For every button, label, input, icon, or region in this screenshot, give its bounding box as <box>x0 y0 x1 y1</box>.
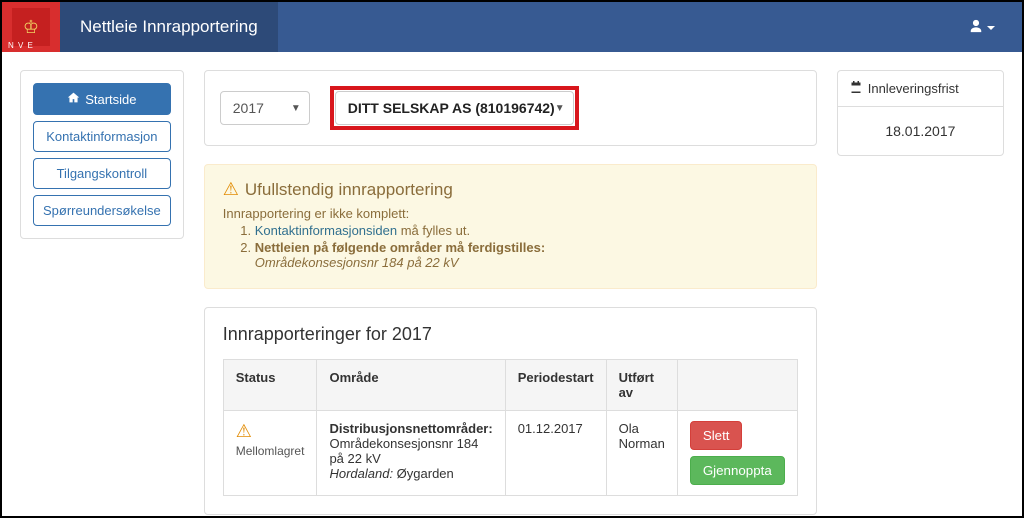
sidebar-item-label: Startside <box>85 92 136 107</box>
caret-down-icon <box>987 19 995 35</box>
company-select-highlight: DITT SELSKAP AS (810196742) ▼ <box>330 86 579 130</box>
omrade-title: Distribusjonsnettområder: <box>329 421 492 436</box>
sidebar-item-tilgang[interactable]: Tilgangskontroll <box>33 158 171 189</box>
col-actions <box>677 360 797 411</box>
utfort-av: Ola Norman <box>606 411 677 496</box>
year-select-value: 2017 <box>233 100 264 116</box>
crown-icon: ♔ <box>23 17 39 38</box>
main-content: 2017 ▼ DITT SELSKAP AS (810196742) ▼ ⚠ U… <box>204 70 817 515</box>
user-menu[interactable] <box>957 19 1007 36</box>
col-periode: Periodestart <box>505 360 606 411</box>
gjenoppta-button[interactable]: Gjennoppta <box>690 456 785 485</box>
chevron-down-icon: ▼ <box>291 103 301 114</box>
right-column: Innleveringsfrist 18.01.2017 <box>837 70 1004 156</box>
user-icon <box>969 19 983 36</box>
alert-title: Ufullstendig innrapportering <box>245 180 453 200</box>
sidebar-item-label: Tilgangskontroll <box>57 166 148 181</box>
reports-panel: Innrapporteringer for 2017 Status Område… <box>204 307 817 515</box>
omrade-county: Hordaland: <box>329 466 393 481</box>
sidebar-item-label: Kontaktinformasjon <box>46 129 157 144</box>
app-title[interactable]: Nettleie Innrapportering <box>60 2 278 52</box>
calendar-icon <box>850 81 862 96</box>
deadline-panel: Innleveringsfrist 18.01.2017 <box>837 70 1004 156</box>
alert-kontakt-link[interactable]: Kontaktinformasjonsiden <box>255 223 397 238</box>
company-select-value: DITT SELSKAP AS (810196742) <box>348 100 555 116</box>
omrade-place: Øygarden <box>393 466 454 481</box>
sidebar-item-sporre[interactable]: Spørreundersøkelse <box>33 195 171 226</box>
logo-text: N V E <box>8 41 34 50</box>
col-omrade: Område <box>317 360 505 411</box>
incomplete-alert: ⚠ Ufullstendig innrapportering Innrappor… <box>204 164 817 289</box>
chevron-down-icon: ▼ <box>555 103 565 114</box>
deadline-label: Innleveringsfrist <box>868 81 959 96</box>
alert-item2-bold: Nettleien på følgende områder må ferdigs… <box>255 240 545 255</box>
top-navbar: ♔ N V E Nettleie Innrapportering <box>2 2 1022 52</box>
reports-heading: Innrapporteringer for 2017 <box>223 324 798 345</box>
table-row: ⚠ Mellomlagret Distribusjonsnettområder:… <box>223 411 797 496</box>
sidebar-nav: Startside Kontaktinformasjon Tilgangskon… <box>20 70 184 239</box>
sidebar-item-startside[interactable]: Startside <box>33 83 171 115</box>
slett-button[interactable]: Slett <box>690 421 743 450</box>
nve-logo[interactable]: ♔ N V E <box>2 2 60 52</box>
col-utfort: Utført av <box>606 360 677 411</box>
sidebar-item-label: Spørreundersøkelse <box>43 203 161 218</box>
filter-row: 2017 ▼ DITT SELSKAP AS (810196742) ▼ <box>204 70 817 146</box>
reports-table: Status Område Periodestart Utført av ⚠ M… <box>223 359 798 496</box>
year-select[interactable]: 2017 ▼ <box>220 91 310 125</box>
omrade-line1: Områdekonsesjonsnr 184 på 22 kV <box>329 436 478 466</box>
alert-item2-detail: Områdekonsesjonsnr 184 på 22 kV <box>255 255 459 270</box>
sidebar-item-kontakt[interactable]: Kontaktinformasjon <box>33 121 171 152</box>
alert-intro: Innrapportering er ikke komplett: <box>223 206 798 221</box>
warning-icon: ⚠ <box>223 179 239 200</box>
col-status: Status <box>223 360 317 411</box>
home-icon <box>67 91 80 107</box>
status-text: Mellomlagret <box>236 444 305 458</box>
alert-item1-rest: må fylles ut. <box>397 223 470 238</box>
periodestart: 01.12.2017 <box>505 411 606 496</box>
company-select[interactable]: DITT SELSKAP AS (810196742) ▼ <box>335 91 574 125</box>
warning-icon: ⚠ <box>236 421 252 442</box>
deadline-date: 18.01.2017 <box>838 107 1003 155</box>
